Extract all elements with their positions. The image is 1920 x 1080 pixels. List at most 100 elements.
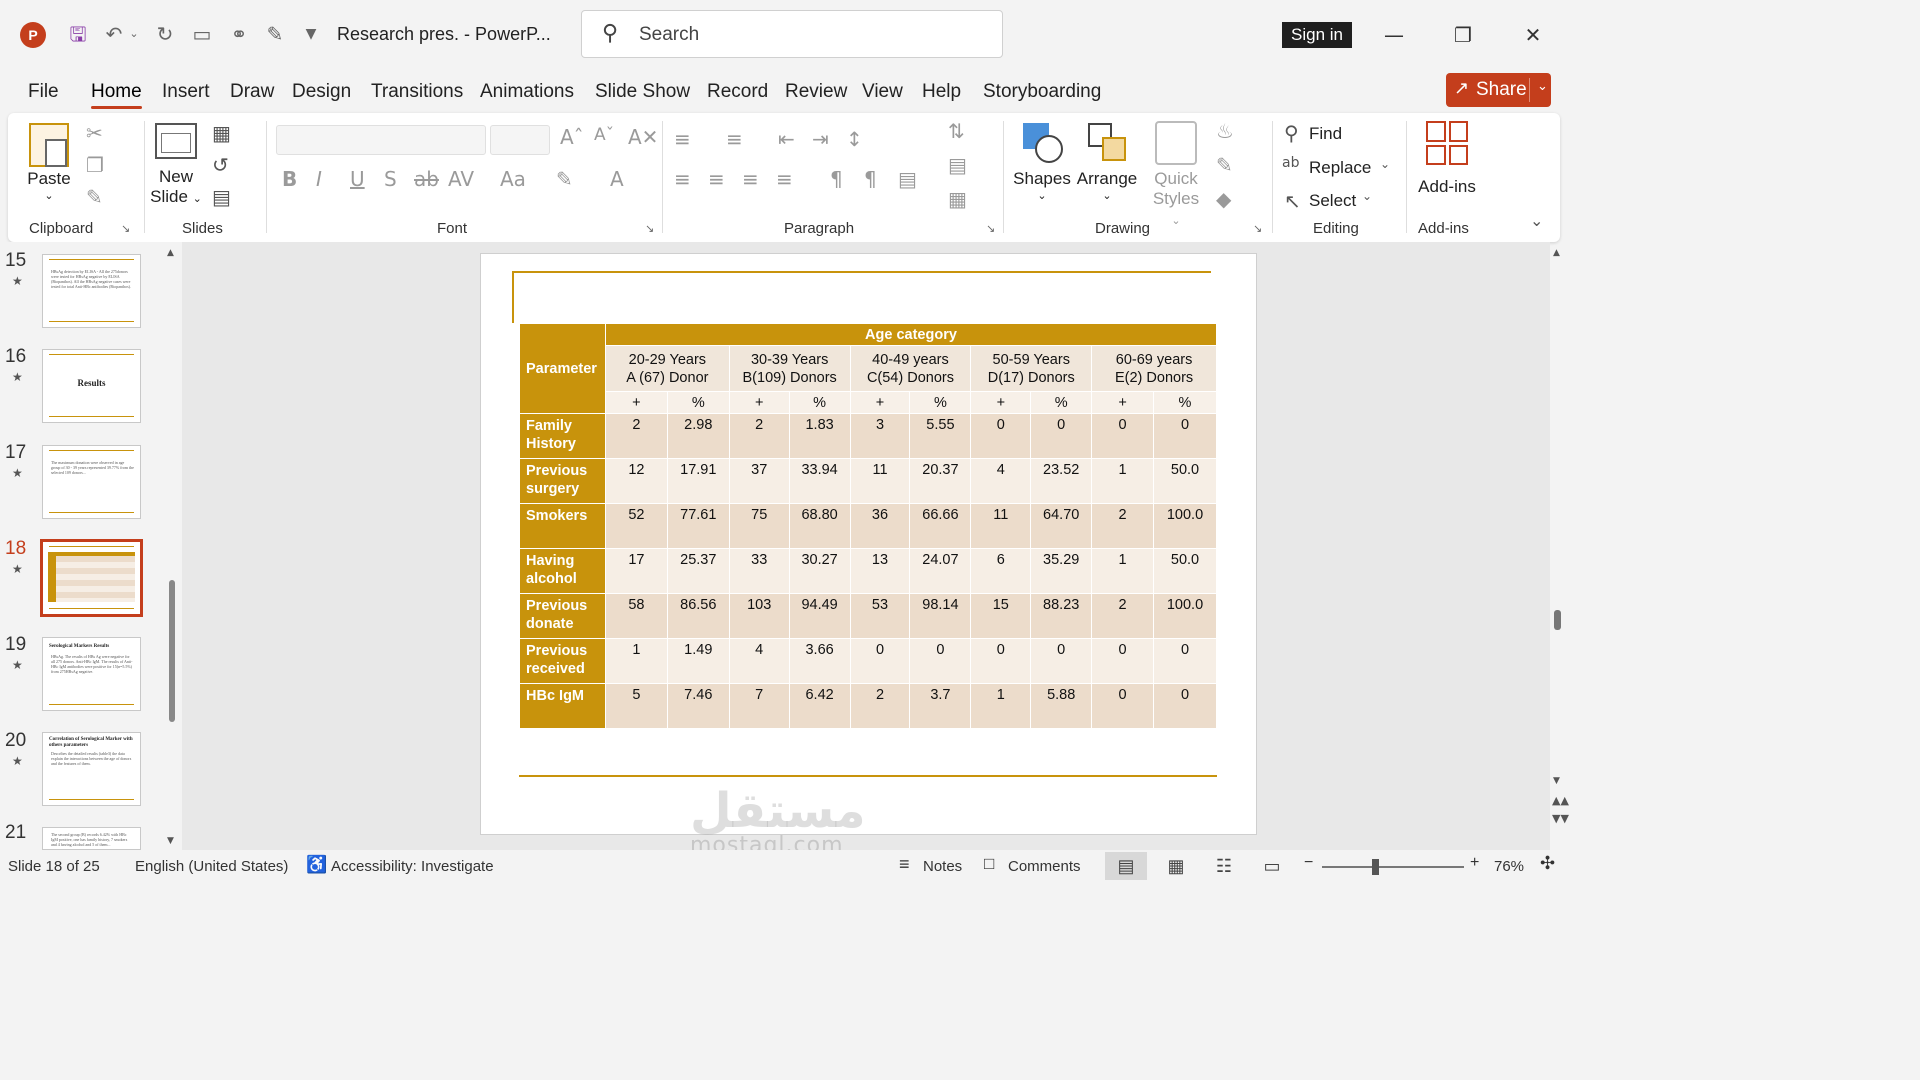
table-cell[interactable]: 0 (849, 638, 911, 684)
table-cell[interactable]: 0 (1153, 683, 1217, 729)
table-cell[interactable]: 5.88 (1030, 683, 1093, 729)
tab-help[interactable]: Help (922, 81, 961, 103)
quick-styles-button[interactable]: Quick Styles ⌄ (1146, 121, 1206, 229)
table-cell[interactable]: 2 (728, 413, 790, 459)
strikethrough-icon[interactable]: ab (414, 167, 439, 191)
select-button[interactable]: Select (1309, 191, 1356, 211)
table-cell[interactable]: 1 (1091, 458, 1154, 504)
table-cell[interactable]: 15 (970, 593, 1032, 639)
table-cell[interactable]: 1 (970, 683, 1032, 729)
paragraph-launcher-icon[interactable]: ↘ (986, 222, 995, 235)
table-cell[interactable]: 1 (604, 638, 668, 684)
table-cell[interactable]: 6.42 (788, 683, 851, 729)
table-cell[interactable]: 7 (728, 683, 790, 729)
table-cell[interactable]: 7.46 (666, 683, 730, 729)
tab-storyboarding[interactable]: Storyboarding (983, 81, 1101, 103)
table-cell[interactable]: 100.0 (1153, 503, 1217, 549)
collapse-ribbon-icon[interactable]: ⌄ (1530, 211, 1543, 230)
touch-mode-icon[interactable]: ✎ (262, 20, 288, 48)
clipboard-launcher-icon[interactable]: ↘ (121, 222, 130, 235)
language-status[interactable]: English (United States) (135, 858, 288, 875)
table-cell[interactable]: 2.98 (666, 413, 730, 459)
table-cell[interactable]: 33.94 (788, 458, 851, 504)
slide-show-icon[interactable]: ▭ (1251, 852, 1293, 880)
numbering-icon[interactable]: ≡ (726, 127, 743, 151)
table-cell[interactable]: 86.56 (666, 593, 730, 639)
paste-button[interactable]: Paste ⌄ (26, 123, 72, 202)
scrollbar-thumb[interactable] (169, 580, 175, 722)
table-cell[interactable]: 2 (849, 683, 911, 729)
table-cell[interactable]: 20.37 (909, 458, 972, 504)
tab-insert[interactable]: Insert (162, 81, 210, 103)
save-icon[interactable]: 🖫 (65, 20, 91, 48)
table-cell[interactable]: 23.52 (1030, 458, 1093, 504)
table-cell[interactable]: 2 (604, 413, 668, 459)
table-cell[interactable]: 11 (970, 503, 1032, 549)
table-cell[interactable]: 35.29 (1030, 548, 1093, 594)
text-direction-icon[interactable]: ⇅ (948, 119, 965, 143)
table-cell[interactable]: 52 (604, 503, 668, 549)
layout-icon[interactable]: ▦ (212, 121, 231, 145)
search-box[interactable]: ⚲ Search (581, 10, 1003, 58)
table-cell[interactable]: 1.83 (788, 413, 851, 459)
table-cell[interactable]: 98.14 (909, 593, 972, 639)
table-cell[interactable]: 0 (1030, 413, 1093, 459)
table-cell[interactable]: 0 (970, 638, 1032, 684)
normal-view-icon[interactable]: ▤ (1105, 852, 1147, 880)
table-cell[interactable]: 17 (604, 548, 668, 594)
redo-icon[interactable]: ↻ (152, 20, 178, 48)
slide-thumbnail-selected[interactable] (40, 539, 143, 617)
character-spacing-icon[interactable]: AV (448, 167, 474, 191)
table-cell[interactable]: 4 (970, 458, 1032, 504)
font-color-icon[interactable]: A (610, 167, 624, 191)
table-cell[interactable]: 1.49 (666, 638, 730, 684)
table-cell[interactable]: 1 (1091, 548, 1154, 594)
record-icon[interactable]: ⚭ (226, 20, 252, 48)
table-cell[interactable]: 5 (604, 683, 668, 729)
tab-transitions[interactable]: Transitions (371, 81, 463, 103)
table-cell[interactable]: 33 (728, 548, 790, 594)
tab-review[interactable]: Review (785, 81, 847, 103)
table-cell[interactable]: 50.0 (1153, 548, 1217, 594)
tab-file[interactable]: File (28, 81, 59, 103)
reading-view-icon[interactable]: ☷ (1203, 852, 1245, 880)
tab-design[interactable]: Design (292, 81, 351, 103)
table-cell[interactable]: 24.07 (909, 548, 972, 594)
table-cell[interactable]: 37 (728, 458, 790, 504)
table-cell[interactable]: 103 (728, 593, 790, 639)
table-cell[interactable]: 3 (849, 413, 911, 459)
table-cell[interactable]: 66.66 (909, 503, 972, 549)
underline-icon[interactable]: U (350, 167, 365, 191)
tab-slide-show[interactable]: Slide Show (595, 81, 690, 103)
table-cell[interactable]: 3.7 (909, 683, 972, 729)
fit-to-window-icon[interactable]: ✣ (1540, 853, 1555, 874)
table-cell[interactable]: 2 (1091, 503, 1154, 549)
replace-dropdown-icon[interactable]: ⌄ (1380, 157, 1390, 171)
table-cell[interactable]: 3.66 (788, 638, 851, 684)
zoom-out-icon[interactable]: − (1304, 854, 1313, 872)
table-cell[interactable]: 36 (849, 503, 911, 549)
table-cell[interactable]: 0 (1153, 413, 1217, 459)
table-cell[interactable]: 100.0 (1153, 593, 1217, 639)
table-cell[interactable]: 0 (1091, 638, 1154, 684)
justify-icon[interactable]: ≡ (776, 167, 793, 191)
table-cell[interactable]: 5.55 (909, 413, 972, 459)
decrease-font-icon[interactable]: Aˇ (594, 125, 614, 145)
shape-fill-icon[interactable]: ♨ (1216, 119, 1234, 143)
zoom-level[interactable]: 76% (1494, 858, 1524, 875)
undo-icon[interactable]: ↶ (101, 20, 127, 48)
slide-scrollbar[interactable]: ▲ ▼ ▲▲ ▼▼ (1552, 248, 1569, 848)
scrollbar-thumb[interactable] (1554, 610, 1561, 630)
table-cell[interactable]: 2 (1091, 593, 1154, 639)
slide-thumbnail[interactable]: The second group (B) records 6.42% with … (42, 827, 141, 850)
table-cell[interactable]: 13 (849, 548, 911, 594)
table-cell[interactable]: 77.61 (666, 503, 730, 549)
align-center-icon[interactable]: ≡ (708, 167, 725, 191)
table-cell[interactable]: 0 (1091, 683, 1154, 729)
shadow-icon[interactable]: S (384, 167, 397, 191)
align-left-icon[interactable]: ≡ (674, 167, 691, 191)
italic-icon[interactable]: I (316, 167, 322, 191)
table-cell[interactable]: 75 (728, 503, 790, 549)
table-cell[interactable]: 0 (909, 638, 972, 684)
share-button[interactable]: ↗ Share ⌄ (1446, 73, 1551, 107)
